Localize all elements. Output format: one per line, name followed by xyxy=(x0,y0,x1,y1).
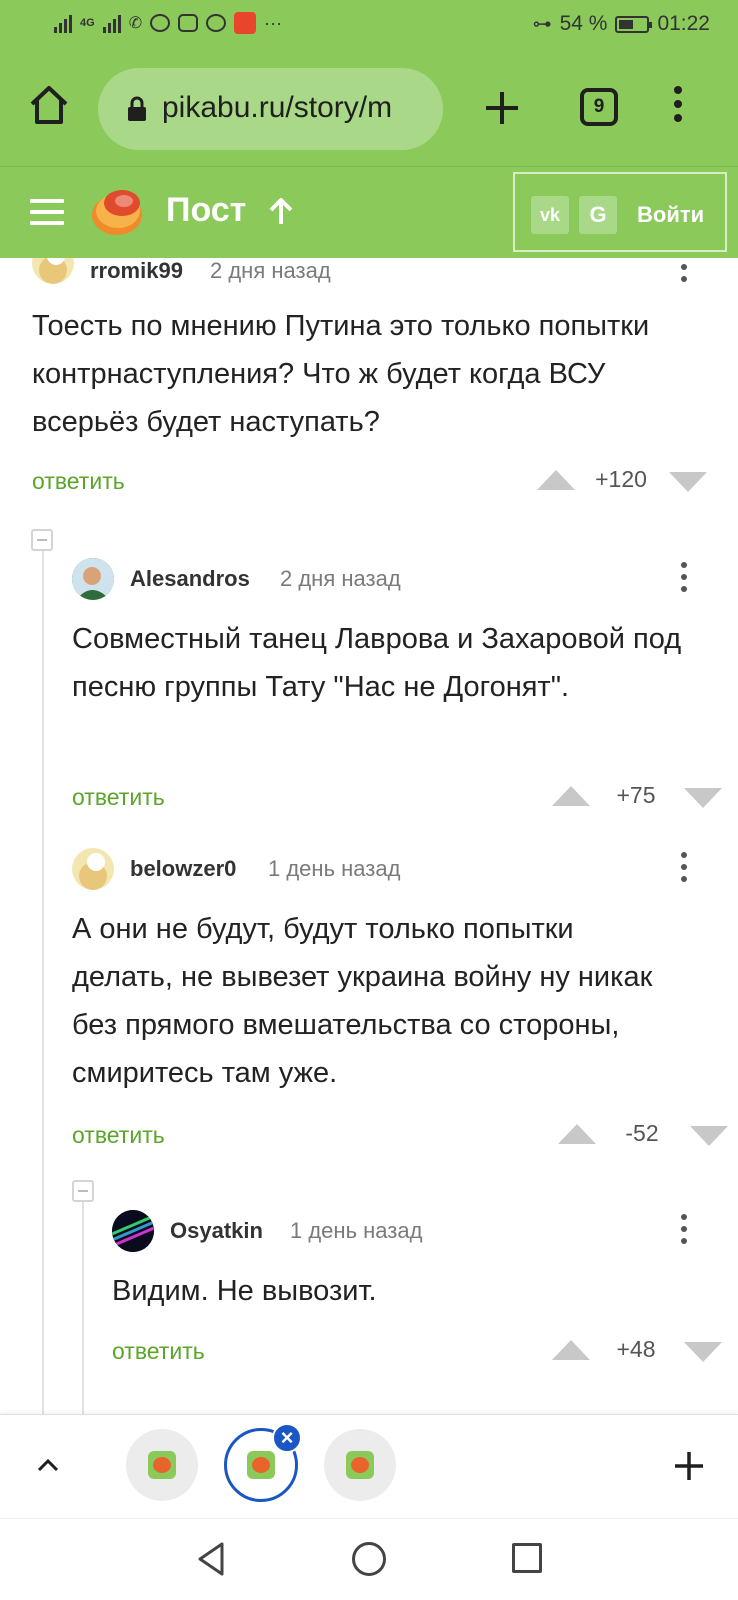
page-title: Пост xyxy=(166,191,247,229)
comment-more-icon[interactable] xyxy=(680,1214,688,1250)
vote-control: +48 xyxy=(552,1336,732,1366)
comment-text: Видим. Не вывозит. xyxy=(112,1275,377,1307)
comment-time: 1 день назад xyxy=(268,856,401,881)
comment-username[interactable]: Osyatkin xyxy=(170,1218,263,1244)
comment-score: +75 xyxy=(616,782,656,808)
pikabu-favicon-icon xyxy=(346,1451,374,1479)
vk-login-button[interactable]: vk xyxy=(531,196,569,234)
downvote-icon[interactable] xyxy=(669,472,707,492)
avatar[interactable] xyxy=(72,558,114,600)
google-login-button[interactable]: G xyxy=(579,196,617,234)
avatar[interactable] xyxy=(112,1210,154,1252)
signal-icon-2 xyxy=(102,13,121,33)
signal-icon xyxy=(54,13,72,33)
upvote-icon[interactable] xyxy=(552,786,590,806)
comment-score: +48 xyxy=(616,1336,656,1362)
comment-username[interactable]: Alesandros xyxy=(130,566,250,592)
downvote-icon[interactable] xyxy=(684,1342,722,1362)
browser-menu-icon[interactable] xyxy=(672,86,684,130)
comment-score: +120 xyxy=(595,466,647,492)
collapse-thread-button[interactable] xyxy=(31,529,53,551)
back-icon[interactable] xyxy=(196,1541,226,1577)
vote-control: +120 xyxy=(537,466,717,496)
comment-text: А они не будут, будут только попытки дел… xyxy=(72,913,653,1089)
battery-icon xyxy=(615,15,653,33)
avatar[interactable] xyxy=(32,258,74,284)
add-tab-icon[interactable] xyxy=(674,1451,704,1481)
vote-control: -52 xyxy=(558,1120,738,1150)
downvote-icon[interactable] xyxy=(690,1126,728,1146)
comment: rromik99 2 дня назад Тоесть по мнению Пу… xyxy=(32,258,712,502)
pikabu-logo-icon[interactable] xyxy=(88,181,146,239)
reply-link[interactable]: ответить xyxy=(32,468,125,495)
home-nav-icon[interactable] xyxy=(352,1542,386,1576)
upvote-icon[interactable] xyxy=(558,1124,596,1144)
tab-thumbnail[interactable] xyxy=(126,1429,198,1501)
comment-more-icon[interactable] xyxy=(680,562,688,598)
comments-list: rromik99 2 дня назад Тоесть по мнению Пу… xyxy=(0,258,738,1414)
comment-time: 2 дня назад xyxy=(280,566,401,591)
menu-icon[interactable] xyxy=(30,199,64,225)
reply-link[interactable]: ответить xyxy=(112,1338,205,1365)
downvote-icon[interactable] xyxy=(684,788,722,808)
comment: belowzer0 1 день назад А они не будут, б… xyxy=(72,848,728,1158)
comment: Alesandros 2 дня назад Совместный танец … xyxy=(72,558,722,828)
tab-switcher-button[interactable]: 9 xyxy=(580,88,618,126)
pikabu-favicon-icon xyxy=(247,1451,275,1479)
new-tab-icon[interactable] xyxy=(484,90,520,126)
network-type: 4G xyxy=(80,17,95,29)
key-icon: ⊶ xyxy=(532,13,552,35)
site-header: Пост vk G Войти xyxy=(0,166,738,258)
comment-username[interactable]: rromik99 xyxy=(90,258,183,284)
scroll-up-icon[interactable] xyxy=(268,196,294,226)
system-nav-bar xyxy=(0,1518,738,1600)
login-button[interactable]: Войти xyxy=(637,202,704,228)
status-right: ⊶ 54 % 01:22 xyxy=(533,12,710,36)
missed-call-icon: ✆ xyxy=(128,15,143,32)
comment-time: 1 день назад xyxy=(290,1218,423,1243)
battery-percent: 54 % xyxy=(559,12,608,35)
notification-area: 4G ✆ ··· xyxy=(54,12,282,34)
url-text: pikabu.ru/story/m xyxy=(162,91,393,124)
home-icon[interactable] xyxy=(26,82,72,128)
browser-toolbar: pikabu.ru/story/m 9 xyxy=(0,52,738,166)
login-box[interactable]: vk G Войти xyxy=(513,172,727,252)
comment-username[interactable]: belowzer0 xyxy=(130,856,236,882)
lock-icon xyxy=(128,96,146,121)
comment-score: -52 xyxy=(625,1120,659,1146)
upvote-icon[interactable] xyxy=(552,1340,590,1360)
whatsapp-icon-2 xyxy=(206,14,227,32)
comment-text: Тоесть по мнению Путина это только попыт… xyxy=(32,310,650,438)
tab-strip: × xyxy=(0,1414,738,1518)
avatar[interactable] xyxy=(72,848,114,890)
thread-line xyxy=(82,1195,84,1414)
chevron-up-icon[interactable] xyxy=(36,1453,60,1477)
address-bar[interactable]: pikabu.ru/story/m xyxy=(98,68,443,150)
more-notifications-icon: ··· xyxy=(264,13,283,33)
comment: Osyatkin 1 день назад Видим. Не вывозит.… xyxy=(112,1210,722,1380)
thread-line xyxy=(42,538,44,1414)
reply-link[interactable]: ответить xyxy=(72,784,165,811)
comment-more-icon[interactable] xyxy=(680,852,688,888)
calendar-icon xyxy=(178,14,199,32)
comment-time: 2 дня назад xyxy=(210,258,331,283)
reply-link[interactable]: ответить xyxy=(72,1122,165,1149)
clock: 01:22 xyxy=(657,12,710,35)
aliexpress-icon xyxy=(234,12,257,34)
upvote-icon[interactable] xyxy=(537,470,575,490)
tab-thumbnail[interactable] xyxy=(324,1429,396,1501)
close-tab-icon[interactable]: × xyxy=(272,1423,302,1453)
recent-apps-icon[interactable] xyxy=(512,1543,542,1573)
pikabu-favicon-icon xyxy=(148,1451,176,1479)
comment-text: Совместный танец Лаврова и Захаровой под… xyxy=(72,623,682,703)
comment-more-icon[interactable] xyxy=(680,258,688,288)
collapse-thread-button[interactable] xyxy=(72,1180,94,1202)
status-bar: 4G ✆ ··· ⊶ 54 % 01:22 xyxy=(0,0,738,52)
vote-control: +75 xyxy=(552,782,732,812)
whatsapp-icon xyxy=(150,14,171,32)
